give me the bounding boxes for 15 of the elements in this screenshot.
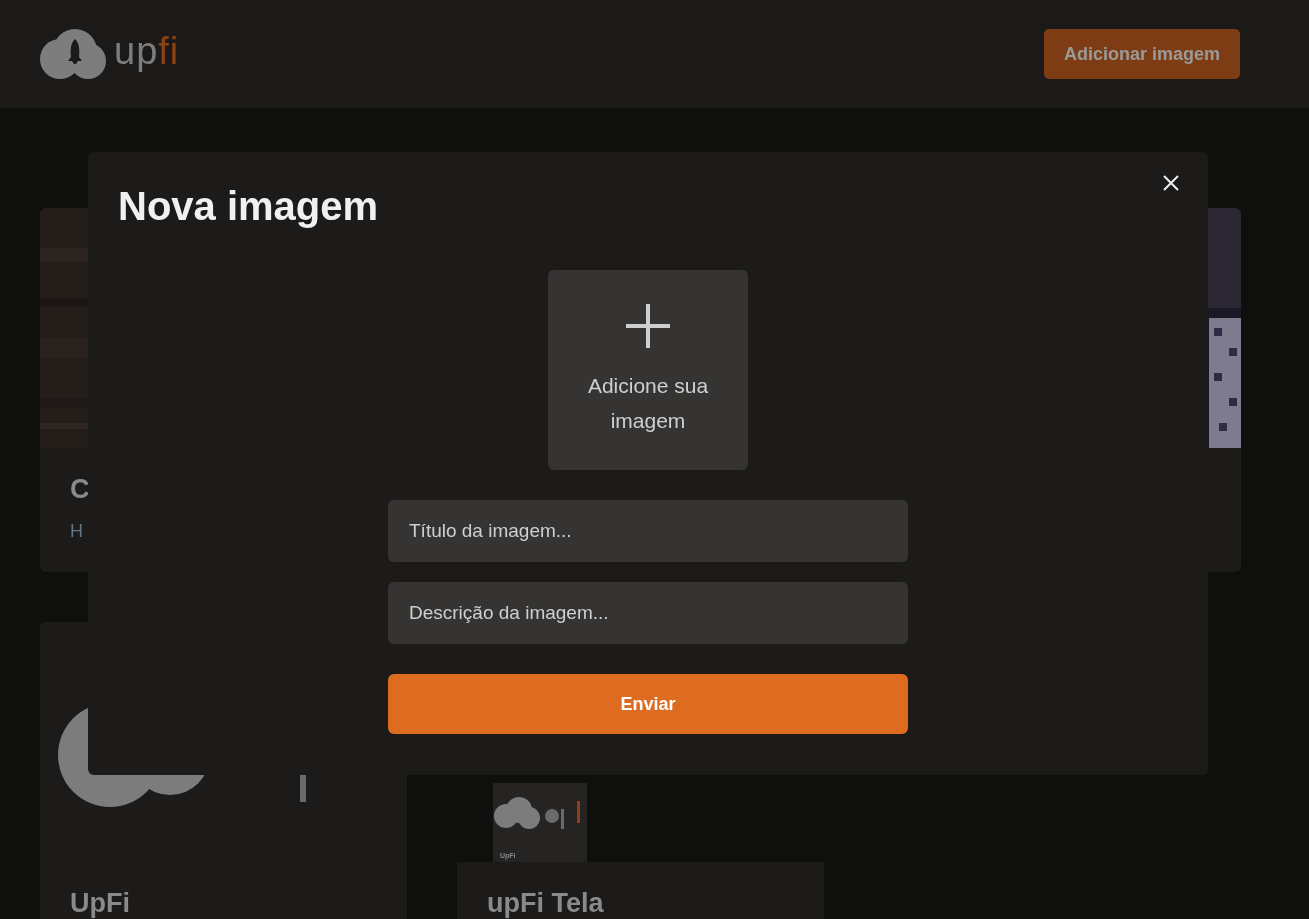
card-title: upFi Tela	[487, 888, 605, 919]
modal-title: Nova imagem	[118, 183, 379, 230]
image-upload-button[interactable]: Adicione sua imagem	[548, 270, 748, 470]
input-field[interactable]: Título da imagem...	[388, 500, 908, 562]
add-image-button[interactable]: Adicionar imagem	[1043, 29, 1240, 79]
card-description: H	[70, 521, 84, 542]
cloud-rocket-icon	[40, 29, 108, 79]
upload-label: Adicione sua imagem	[586, 373, 710, 434]
logo-text: upfi	[114, 32, 180, 74]
submit-button[interactable]: Enviar	[388, 674, 908, 734]
plus-icon	[624, 302, 672, 350]
close-icon[interactable]	[1161, 173, 1181, 193]
card-title: C	[70, 474, 91, 505]
card-title: UpFi	[70, 888, 131, 919]
input-field[interactable]: Descrição da imagem...	[388, 582, 908, 644]
